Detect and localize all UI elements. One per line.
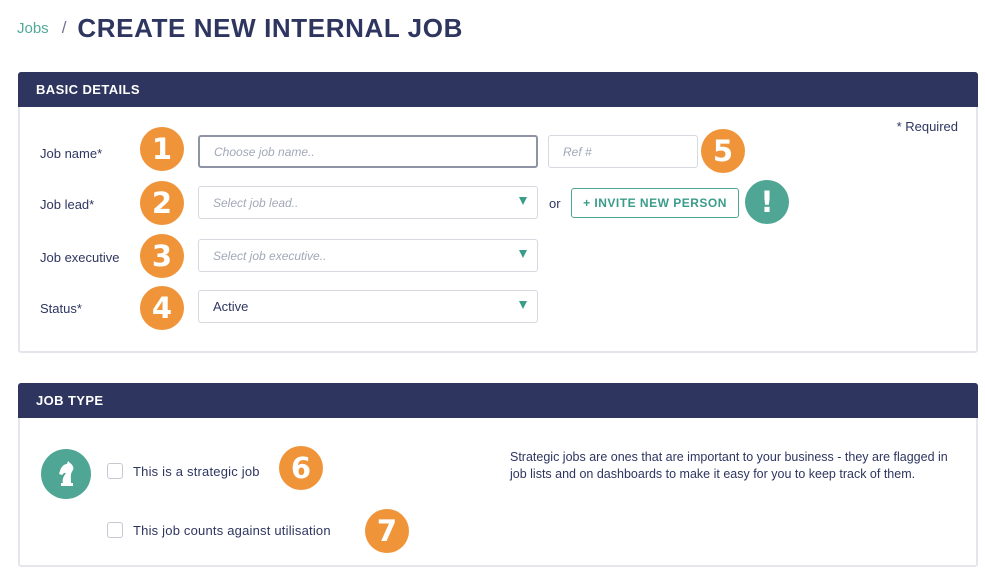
step-badge-1: 1 — [140, 127, 184, 171]
step-badge-7: 7 — [365, 509, 409, 553]
strategic-job-row: This is a strategic job — [107, 463, 260, 479]
step-badge-5: 5 — [701, 129, 745, 173]
job-type-panel: JOB TYPE This is a strategic job 6 This … — [18, 383, 978, 567]
status-label: Status* — [40, 301, 82, 316]
utilisation-row: This job counts against utilisation — [107, 522, 331, 538]
step-badge-2: 2 — [140, 181, 184, 225]
strategic-job-checkbox[interactable] — [107, 463, 123, 479]
job-executive-label: Job executive — [40, 250, 120, 265]
job-executive-select-text: Select job executive.. — [213, 248, 327, 263]
chess-knight-icon — [41, 449, 91, 499]
invite-new-person-button[interactable]: + INVITE NEW PERSON — [571, 188, 739, 218]
breadcrumb: Jobs / CREATE NEW INTERNAL JOB — [17, 8, 463, 48]
utilisation-label[interactable]: This job counts against utilisation — [133, 523, 331, 538]
chevron-down-icon — [519, 250, 527, 258]
status-select-text: Active — [213, 299, 249, 314]
strategic-job-label[interactable]: This is a strategic job — [133, 464, 260, 479]
alert-badge: ! — [745, 180, 789, 224]
chess-knight-glyph — [59, 461, 74, 486]
step-badge-6: 6 — [279, 446, 323, 490]
strategic-help-text: Strategic jobs are ones that are importa… — [510, 450, 948, 481]
basic-details-header: BASIC DETAILS — [18, 72, 978, 107]
page-title: CREATE NEW INTERNAL JOB — [77, 12, 463, 43]
job-lead-label: Job lead* — [40, 197, 95, 212]
job-name-label: Job name* — [40, 146, 103, 161]
job-name-input[interactable]: Choose job name.. — [198, 135, 538, 168]
job-type-header: JOB TYPE — [18, 383, 978, 418]
utilisation-checkbox[interactable] — [107, 522, 123, 538]
step-badge-3: 3 — [140, 234, 184, 278]
job-executive-select[interactable]: Select job executive.. — [198, 239, 538, 272]
breadcrumb-separator: / — [61, 18, 67, 37]
job-lead-select-text: Select job lead.. — [213, 195, 299, 210]
job-lead-select[interactable]: Select job lead.. — [198, 186, 538, 219]
chevron-down-icon — [519, 197, 527, 205]
step-badge-4: 4 — [140, 286, 184, 330]
required-note: * Required — [896, 119, 958, 134]
or-text: or — [549, 196, 561, 211]
chevron-down-icon — [519, 301, 527, 309]
basic-details-panel: BASIC DETAILS * Required Job name* 1 Cho… — [18, 72, 978, 353]
ref-input[interactable]: Ref # — [548, 135, 698, 168]
breadcrumb-jobs-link[interactable]: Jobs — [17, 20, 49, 37]
status-select[interactable]: Active — [198, 290, 538, 323]
